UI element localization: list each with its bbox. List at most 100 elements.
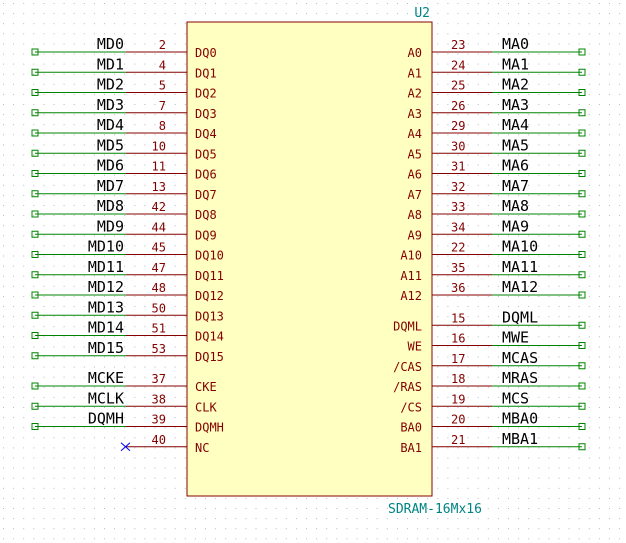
pin-number-label: 40: [152, 433, 166, 447]
pin-number-label: 5: [159, 79, 166, 93]
pin-name-label: CLK: [195, 400, 217, 414]
pin-name-label: A3: [408, 107, 422, 121]
net-label[interactable]: MCAS: [502, 349, 538, 367]
pin-a9[interactable]: A9 34 MA9: [408, 217, 586, 242]
pin-name-label: A1: [408, 66, 422, 80]
net-label[interactable]: MD11: [88, 258, 124, 276]
pin-number-label: 47: [152, 261, 166, 275]
net-label[interactable]: MCS: [502, 389, 529, 407]
net-label[interactable]: MD9: [97, 217, 124, 235]
net-label[interactable]: MA11: [502, 258, 538, 276]
pin-a1[interactable]: A1 24 MA1: [408, 55, 586, 80]
net-label[interactable]: DQMH: [88, 410, 124, 428]
net-label[interactable]: MA5: [502, 136, 529, 154]
pin-name-label: DQ7: [195, 188, 217, 202]
net-label[interactable]: MD7: [97, 177, 124, 195]
net-label[interactable]: MD13: [88, 298, 124, 316]
pin-a7[interactable]: A7 32 MA7: [408, 177, 586, 202]
pin-name-label: A12: [400, 289, 422, 303]
pin-name-label: DQ10: [195, 249, 224, 263]
net-label[interactable]: MD8: [97, 197, 124, 215]
pin-a0[interactable]: A0 23 MA0: [408, 35, 586, 60]
pin-name-label: DQ0: [195, 46, 217, 60]
net-label[interactable]: MCLK: [88, 389, 124, 407]
pin-number-label: 39: [152, 413, 166, 427]
pin-we[interactable]: WE 16 MWE: [408, 329, 586, 354]
pin-a8[interactable]: A8 33 MA8: [408, 197, 586, 222]
net-label[interactable]: MA7: [502, 177, 529, 195]
pin-a5[interactable]: A5 30 MA5: [408, 136, 586, 161]
pin-name-label: A5: [408, 147, 422, 161]
pin-number-label: 51: [152, 322, 166, 336]
pin-name-label: A8: [408, 208, 422, 222]
net-label[interactable]: MA3: [502, 96, 529, 114]
pin-a2[interactable]: A2 25 MA2: [408, 76, 586, 101]
pin-number-label: 45: [152, 241, 166, 255]
pin-number-label: 38: [152, 392, 166, 406]
net-label[interactable]: MD4: [97, 116, 124, 134]
net-label[interactable]: MA8: [502, 197, 529, 215]
pin-name-label: DQ12: [195, 289, 224, 303]
pin-a4[interactable]: A4 29 MA4: [408, 116, 586, 141]
net-label[interactable]: MBA0: [502, 410, 538, 428]
pin-name-label: DQ9: [195, 228, 217, 242]
net-label[interactable]: MA1: [502, 55, 529, 73]
pin-number-label: 25: [451, 79, 465, 93]
pin-number-label: 19: [451, 392, 465, 406]
pin-name-label: DQ15: [195, 350, 224, 364]
net-label[interactable]: MBA1: [502, 430, 538, 448]
pin-number-label: 48: [152, 281, 166, 295]
pin-name-label: A11: [400, 269, 422, 283]
pin-number-label: 15: [451, 311, 465, 325]
net-label[interactable]: MD1: [97, 55, 124, 73]
pin-name-label: /CS: [400, 400, 422, 414]
pin-number-label: 17: [451, 352, 465, 366]
net-label[interactable]: MD5: [97, 136, 124, 154]
pin-name-label: DQ2: [195, 87, 217, 101]
pin-number-label: 37: [152, 372, 166, 386]
net-label[interactable]: MD0: [97, 35, 124, 53]
pin-number-label: 2: [159, 38, 166, 52]
net-label[interactable]: MD12: [88, 278, 124, 296]
net-label[interactable]: MD15: [88, 339, 124, 357]
net-label[interactable]: DQML: [502, 308, 538, 326]
net-label[interactable]: MA4: [502, 116, 529, 134]
pin-number-label: 44: [152, 220, 166, 234]
pin-name-label: DQ6: [195, 168, 217, 182]
net-label[interactable]: MA6: [502, 157, 529, 175]
net-label[interactable]: MD2: [97, 76, 124, 94]
pin-name-label: DQ4: [195, 127, 217, 141]
net-label[interactable]: MCKE: [88, 369, 124, 387]
net-label[interactable]: MWE: [502, 329, 529, 347]
pin-name-label: DQ14: [195, 330, 224, 344]
net-label[interactable]: MA0: [502, 35, 529, 53]
net-label[interactable]: MA9: [502, 217, 529, 235]
net-label[interactable]: MD3: [97, 96, 124, 114]
pin-number-label: 16: [451, 332, 465, 346]
net-label[interactable]: MA12: [502, 278, 538, 296]
pin-number-label: 29: [451, 119, 465, 133]
pin-name-label: A10: [400, 249, 422, 263]
pin-number-label: 50: [152, 301, 166, 315]
pin-number-label: 35: [451, 261, 465, 275]
pin-number-label: 26: [451, 99, 465, 113]
net-label[interactable]: MD6: [97, 157, 124, 175]
net-label[interactable]: MA10: [502, 238, 538, 256]
pin-number-label: 8: [159, 119, 166, 133]
pin-name-label: A2: [408, 87, 422, 101]
net-label[interactable]: MD14: [88, 319, 124, 337]
net-label[interactable]: MD10: [88, 238, 124, 256]
pin-number-label: 53: [152, 342, 166, 356]
pin-a6[interactable]: A6 31 MA6: [408, 157, 586, 182]
schematic-sheet: U2 SDRAM-16Mx16 DQ02MD0DQ14MD1DQ25MD2DQ3…: [3, 3, 621, 540]
pin-number-label: 21: [451, 433, 465, 447]
reference-designator: U2: [414, 6, 430, 21]
pin-number-label: 11: [152, 160, 166, 174]
pin-name-label: DQMH: [195, 421, 224, 435]
pin-a3[interactable]: A3 26 MA3: [408, 96, 586, 121]
net-label[interactable]: MRAS: [502, 369, 538, 387]
pin-number-label: 36: [451, 281, 465, 295]
pin-name-label: DQ5: [195, 147, 217, 161]
net-label[interactable]: MA2: [502, 76, 529, 94]
pin-number-label: 4: [159, 58, 166, 72]
